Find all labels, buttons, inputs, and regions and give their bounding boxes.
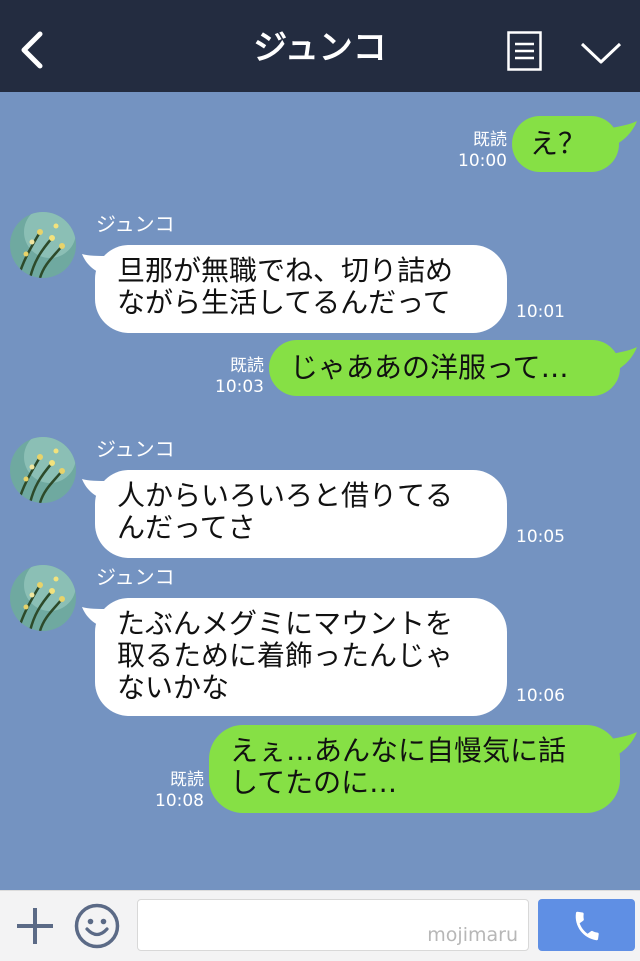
smiley-icon[interactable] (74, 903, 120, 949)
flower-photo-icon (10, 212, 76, 278)
message-bubble[interactable]: 人からいろいろと借りてる んだってさ (95, 470, 507, 558)
message-line: 取るために着飾ったんじゃ (117, 639, 454, 672)
message-text: え？ (530, 127, 587, 160)
chat-header: ジュンコ (0, 0, 640, 92)
message-line: えぇ…あんなに自慢気に話 (230, 734, 567, 767)
message-line: ながら生活してるんだって (117, 286, 451, 319)
read-status: 既読 10:03 (215, 356, 264, 397)
message-line: んだってさ (117, 511, 256, 544)
message-bubble[interactable]: え？ (512, 116, 619, 172)
menu-icon[interactable] (507, 31, 542, 71)
flower-photo-icon (10, 437, 76, 503)
plus-icon[interactable] (15, 906, 55, 946)
message-bubble[interactable]: えぇ…あんなに自慢気に話 してたのに… (209, 725, 620, 813)
message-input[interactable]: mojimaru (137, 899, 529, 951)
watermark-text: mojimaru (427, 924, 518, 946)
message-time: 10:05 (516, 527, 565, 547)
read-status: 既読 10:08 (155, 770, 204, 811)
sender-name: ジュンコ (96, 437, 175, 461)
read-status: 既読 10:00 (458, 130, 507, 171)
message-bubble[interactable]: じゃああの洋服って… (269, 340, 620, 396)
avatar[interactable] (10, 437, 76, 503)
sender-name: ジュンコ (96, 565, 175, 589)
avatar[interactable] (10, 212, 76, 278)
message-text: じゃああの洋服って… (290, 351, 569, 384)
chat-title: ジュンコ (253, 28, 387, 68)
message-line: してたのに… (230, 766, 398, 799)
input-bar: mojimaru (0, 890, 640, 961)
chat-area[interactable]: 既読 10:00 え？ ジュンコ 旦那が無職でね、切り詰め ながら生活してるんだ… (0, 92, 640, 890)
sender-name: ジュンコ (96, 212, 175, 236)
message-bubble[interactable]: たぶんメグミにマウントを 取るために着飾ったんじゃ ないかな (95, 598, 507, 716)
message-time: 10:01 (516, 302, 565, 322)
phone-icon (575, 911, 599, 941)
chevron-down-icon[interactable] (578, 38, 624, 68)
message-bubble[interactable]: 旦那が無職でね、切り詰め ながら生活してるんだって (95, 245, 507, 333)
message-line: たぶんメグミにマウントを (117, 607, 454, 640)
avatar[interactable] (10, 565, 76, 631)
call-button[interactable] (538, 899, 635, 951)
message-line: 人からいろいろと借りてる (117, 479, 454, 512)
message-line: ないかな (117, 671, 230, 704)
message-time: 10:06 (516, 686, 565, 706)
message-line: 旦那が無職でね、切り詰め (117, 254, 454, 287)
flower-photo-icon (10, 565, 76, 631)
